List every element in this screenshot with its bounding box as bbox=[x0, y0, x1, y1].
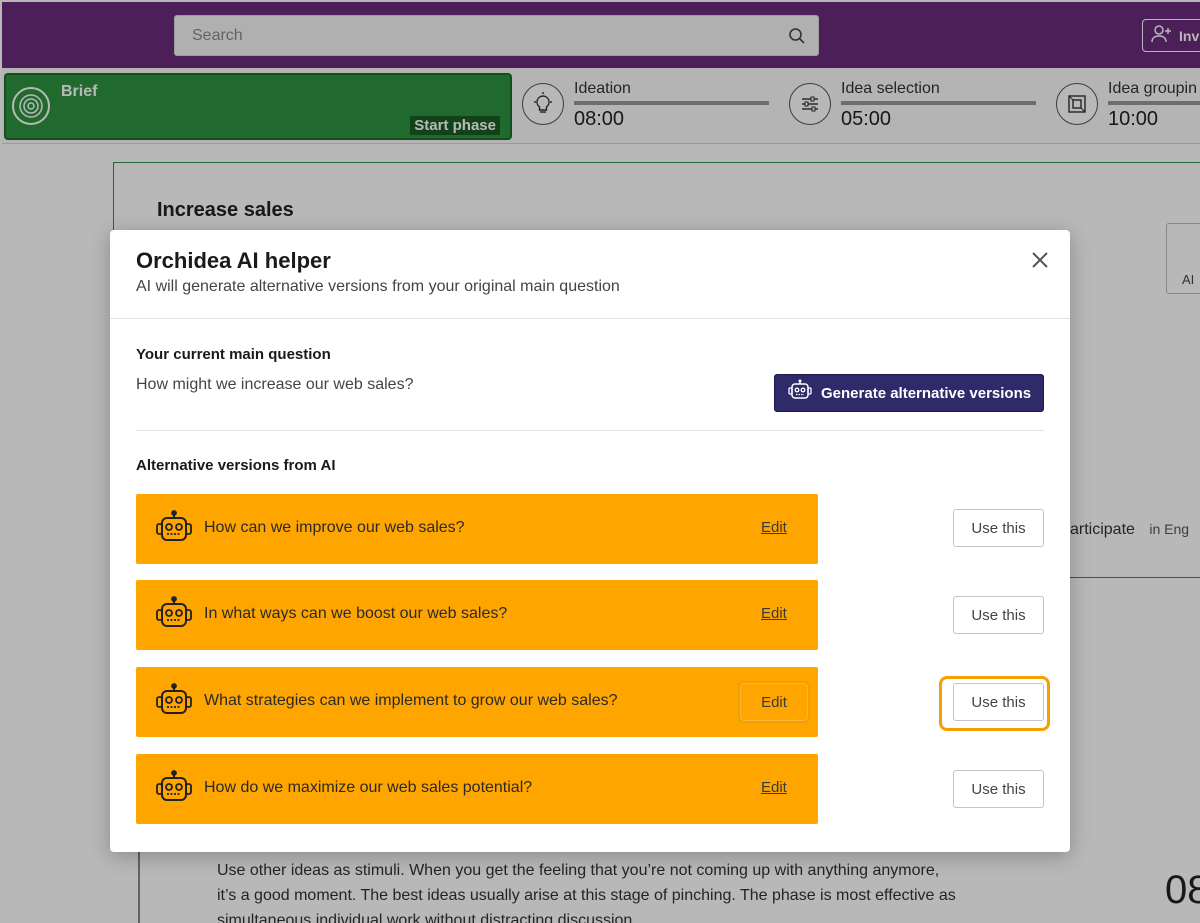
generate-alternatives-button[interactable]: Generate alternative versions bbox=[774, 374, 1044, 412]
use-this-button[interactable]: Use this bbox=[953, 596, 1044, 634]
use-this-button[interactable]: Use this bbox=[953, 683, 1044, 721]
current-question: How might we increase our web sales? bbox=[136, 376, 414, 393]
alternatives-label: Alternative versions from AI bbox=[136, 457, 336, 474]
dialog-title: Orchidea AI helper bbox=[136, 248, 331, 273]
edit-link[interactable]: Edit bbox=[761, 519, 787, 536]
close-icon[interactable] bbox=[1028, 248, 1052, 272]
alternative-row: How can we improve our web sales? Edit bbox=[136, 494, 818, 564]
edit-link[interactable]: Edit bbox=[761, 779, 787, 796]
alternative-text: What strategies can we implement to grow… bbox=[204, 692, 618, 709]
alternative-text: In what ways can we boost our web sales? bbox=[204, 605, 508, 622]
alternative-text: How do we maximize our web sales potenti… bbox=[204, 779, 533, 796]
generate-label: Generate alternative versions bbox=[821, 384, 1032, 402]
ai-helper-dialog: Orchidea AI helper AI will generate alte… bbox=[110, 230, 1070, 852]
alternative-row: In what ways can we boost our web sales?… bbox=[136, 580, 818, 650]
use-this-button[interactable]: Use this bbox=[953, 770, 1044, 808]
alternative-row: What strategies can we implement to grow… bbox=[136, 667, 818, 737]
alternative-row: How do we maximize our web sales potenti… bbox=[136, 754, 818, 824]
robot-icon bbox=[154, 510, 194, 551]
edit-link[interactable]: Edit bbox=[761, 605, 787, 622]
edit-button[interactable]: Edit bbox=[738, 681, 810, 723]
robot-icon bbox=[154, 683, 194, 724]
section-divider bbox=[136, 430, 1044, 431]
use-this-button[interactable]: Use this bbox=[953, 509, 1044, 547]
dialog-subtitle: AI will generate alternative versions fr… bbox=[136, 278, 620, 295]
current-question-label: Your current main question bbox=[136, 346, 331, 363]
robot-icon bbox=[154, 596, 194, 637]
alternative-text: How can we improve our web sales? bbox=[204, 519, 465, 536]
robot-icon bbox=[154, 770, 194, 811]
robot-icon bbox=[787, 379, 813, 407]
dialog-header: Orchidea AI helper AI will generate alte… bbox=[110, 230, 1070, 319]
